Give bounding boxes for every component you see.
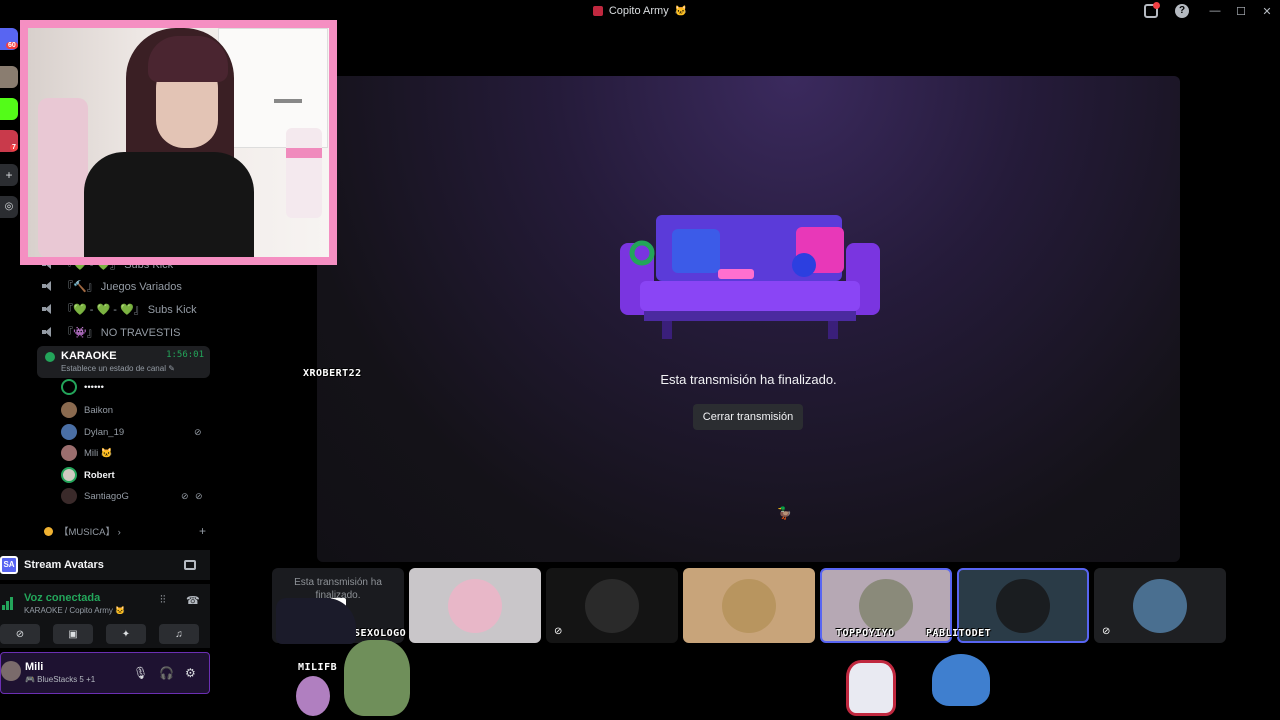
window-controls: — ☐ ✕ <box>1202 0 1280 22</box>
voice-member[interactable]: SantiagoG ⊘ ⊘ <box>61 486 207 506</box>
headphones-icon[interactable]: 🎧 <box>159 666 174 680</box>
category-icon <box>44 526 53 536</box>
couch-illustration <box>620 215 880 339</box>
speaker-active-icon <box>45 352 55 362</box>
avatar <box>448 578 502 633</box>
participant-tile[interactable] <box>409 568 541 643</box>
avatar <box>61 467 77 483</box>
activity-screen-icon[interactable] <box>184 560 196 570</box>
participant-tile[interactable]: ⊘ <box>1094 568 1226 643</box>
channel-timer: 1:56:01 <box>166 350 204 360</box>
voice-member[interactable]: Dylan_19 ⊘ <box>61 422 207 442</box>
speaker-icon <box>42 304 54 314</box>
avatar <box>61 424 77 440</box>
egg-sprite <box>296 676 330 716</box>
server-logo-icon <box>592 6 603 16</box>
window-title: Copito Army 🐱 <box>592 5 687 17</box>
avatar-name-label: MILIFB <box>298 662 338 673</box>
webcam-feed <box>28 28 329 257</box>
stream-ended-message: Esta transmisión ha finalizado. <box>660 372 837 387</box>
muted-icon: ⊘ <box>194 426 202 437</box>
avatar <box>61 402 77 418</box>
voice-channel-karaoke[interactable]: KARAOKE 1:56:01 Establece un estado de c… <box>37 346 210 378</box>
participant-tile[interactable] <box>683 568 815 643</box>
avatar <box>1133 578 1187 633</box>
avatar <box>996 578 1050 633</box>
stream-viewer: Esta transmisión ha finalizado. Cerrar t… <box>317 76 1180 562</box>
disconnect-icon[interactable]: ☎ <box>186 594 200 607</box>
speaker-icon <box>42 327 54 337</box>
server-icon[interactable] <box>0 66 18 88</box>
blue-creature-sprite <box>932 654 990 706</box>
minimize-button[interactable]: — <box>1202 5 1228 17</box>
avatar <box>61 445 77 461</box>
webcam-overlay <box>20 20 337 265</box>
muted-icon: ⊘ <box>1102 626 1111 637</box>
category-musica[interactable]: 【MUSICA】 › + <box>44 522 210 540</box>
speaker-icon <box>42 281 54 291</box>
help-icon[interactable]: ? <box>1175 4 1189 18</box>
voice-member[interactable]: Baikon <box>61 400 113 420</box>
voice-channel-no-travestis[interactable]: 『👾』 NO TRAVESTIS <box>42 322 180 342</box>
avatar <box>61 488 77 504</box>
deafened-icon: ⊘ <box>195 490 203 501</box>
screen-share-button[interactable]: ▣ <box>53 624 93 644</box>
settings-gear-icon[interactable]: ⚙ <box>185 666 196 680</box>
add-server-icon[interactable]: + <box>0 164 18 186</box>
stream-avatars-logo: SA <box>0 556 18 574</box>
avatar <box>722 578 776 633</box>
avatar-name-label: XROBERT22 <box>303 368 362 379</box>
voice-channel-subs-kick[interactable]: 『💚 - 💚 - 💚』 Subs Kick <box>42 299 197 319</box>
activities-button[interactable]: ✦ <box>106 624 146 644</box>
robot-sprite <box>846 660 896 716</box>
unread-badge: 7 <box>10 144 18 151</box>
add-channel-icon[interactable]: + <box>199 524 206 538</box>
maximize-button[interactable]: ☐ <box>1228 5 1254 18</box>
avatar <box>61 379 77 395</box>
title-bar: Copito Army 🐱 ? — ☐ ✕ <box>0 0 1280 22</box>
soundboard-button[interactable]: ♫ <box>159 624 199 644</box>
camera-off-button[interactable]: ⊘ <box>0 624 40 644</box>
voice-member[interactable]: Mili 🐱 <box>61 443 113 463</box>
voice-channel-juegos[interactable]: 『🔨』 Juegos Variados <box>42 276 182 296</box>
avatar-name-label: TOPPOYIYO <box>836 628 895 639</box>
avatar-name-label: PABLITODET <box>926 628 992 639</box>
activity-row[interactable]: SA Stream Avatars <box>0 550 210 580</box>
avatar <box>585 578 639 633</box>
unread-badge: 60 <box>6 42 18 49</box>
user-panel: Mili 🎮 BlueStacks 5 +1 🎙 🎧 ⚙ <box>0 652 210 694</box>
muted-icon: ⊘ <box>181 490 189 501</box>
avatar-name-label: SEXOLOGO <box>354 628 407 639</box>
channel-status[interactable]: Establece un estado de canal ✎ <box>61 364 175 373</box>
ninja-sprite <box>276 598 356 644</box>
participant-tile[interactable]: ⊘ <box>546 568 678 643</box>
close-window-button[interactable]: ✕ <box>1254 5 1280 18</box>
duck-creature-sprite <box>344 640 410 716</box>
server-rail: 60 7 + ◎ <box>0 22 20 542</box>
voice-member[interactable]: Robert <box>61 465 115 485</box>
kick-server-icon[interactable] <box>0 98 18 120</box>
discover-icon[interactable]: ◎ <box>0 196 18 218</box>
avatar <box>859 578 913 633</box>
muted-icon: ⊘ <box>554 626 563 637</box>
noise-suppression-icon[interactable]: ⫶⫶ <box>160 594 166 607</box>
avatar[interactable] <box>1 661 21 681</box>
voice-member[interactable]: •••••• <box>61 377 104 397</box>
microphone-icon[interactable]: 🎙 <box>133 666 148 680</box>
voice-connection-panel: Voz conectada KARAOKE / Copito Army 🐱 ⫶⫶… <box>0 584 210 648</box>
inbox-icon[interactable] <box>1144 2 1160 18</box>
duck-sprite: 🦆 <box>777 506 792 520</box>
close-stream-button[interactable]: Cerrar transmisión <box>693 404 803 430</box>
signal-icon <box>2 596 16 610</box>
